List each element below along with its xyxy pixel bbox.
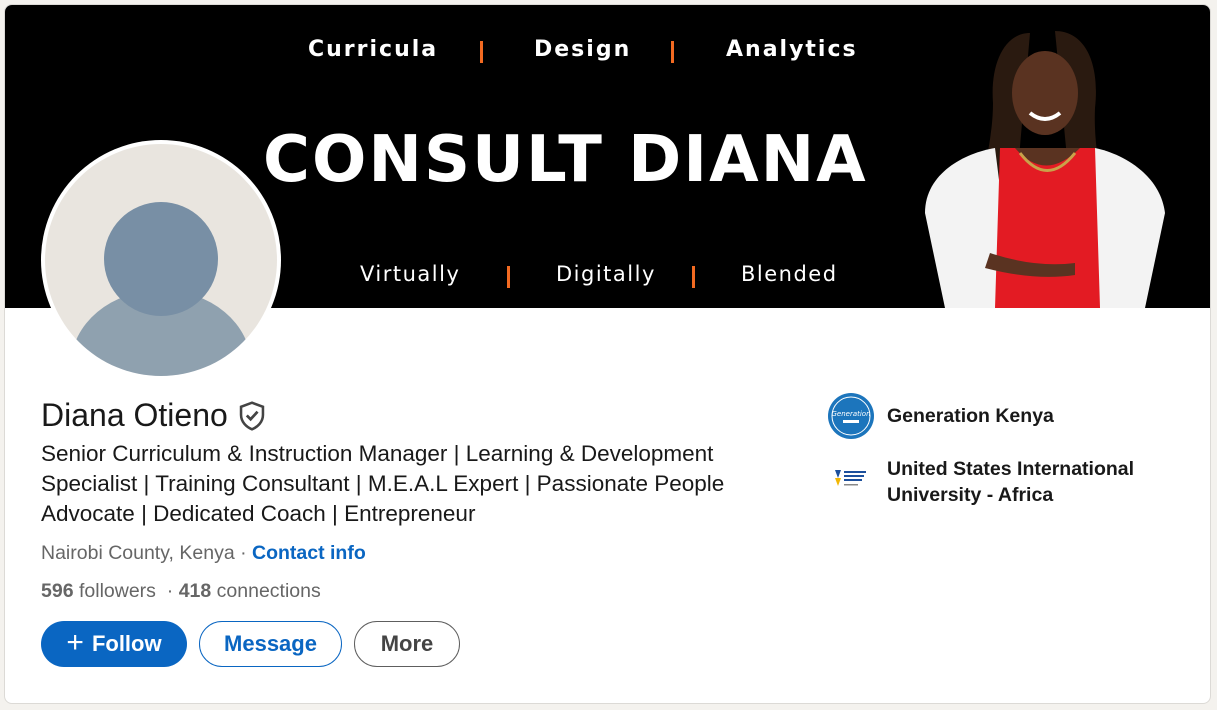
avatar[interactable] <box>41 140 281 380</box>
profile-headline: Senior Curriculum & Instruction Manager … <box>41 441 725 526</box>
follow-button-label: Follow <box>91 631 162 656</box>
location-separator: · <box>240 542 247 564</box>
more-button[interactable]: More <box>354 621 460 667</box>
followers-link[interactable]: 596 followers <box>41 580 156 602</box>
banner-bottom-row: Virtually Digitally Blended <box>5 5 1005 288</box>
profile-stats: 596 followers · 418 connections <box>41 580 321 603</box>
banner-divider <box>692 266 695 288</box>
connections-link[interactable]: 418 connections <box>179 580 321 602</box>
default-avatar-icon <box>45 144 277 376</box>
org-name: United States International University -… <box>887 458 1135 506</box>
banner-item-virtually: Virtually <box>360 262 461 286</box>
verified-shield-icon[interactable] <box>238 400 266 431</box>
stats-separator: · <box>166 580 174 602</box>
org-name: Generation Kenya <box>887 405 1054 427</box>
org-item-usiu-africa[interactable]: United States International University -… <box>827 456 1167 508</box>
profile-location-row: Nairobi County, Kenya · Contact info <box>41 542 366 565</box>
usiu-africa-logo-icon <box>827 456 875 504</box>
banner-divider <box>507 266 510 288</box>
svg-text:Generation: Generation <box>831 410 870 418</box>
profile-name-row: Diana Otieno <box>41 397 266 434</box>
profile-location: Nairobi County, Kenya <box>41 542 235 564</box>
plus-icon: + <box>66 625 84 659</box>
connections-label: connections <box>216 580 321 602</box>
profile-card: Curricula Design Analytics CONSULT DIANA… <box>4 4 1211 704</box>
followers-label: followers <box>78 580 156 602</box>
banner-item-blended: Blended <box>741 262 838 286</box>
follow-button[interactable]: + Follow <box>41 621 187 667</box>
followers-count: 596 <box>41 580 74 602</box>
generation-kenya-logo-icon: Generation <box>828 393 874 439</box>
banner-title: CONSULT DIANA <box>263 123 868 197</box>
profile-name: Diana Otieno <box>41 397 228 433</box>
banner-person-photo <box>925 31 1165 308</box>
contact-info-link[interactable]: Contact info <box>252 542 366 564</box>
connections-count: 418 <box>178 580 212 602</box>
org-item-generation-kenya[interactable]: Generation Generation Kenya <box>827 392 1167 440</box>
message-button[interactable]: Message <box>199 621 342 667</box>
banner-item-digitally: Digitally <box>556 262 656 286</box>
avatar-silhouette-head <box>104 202 218 316</box>
